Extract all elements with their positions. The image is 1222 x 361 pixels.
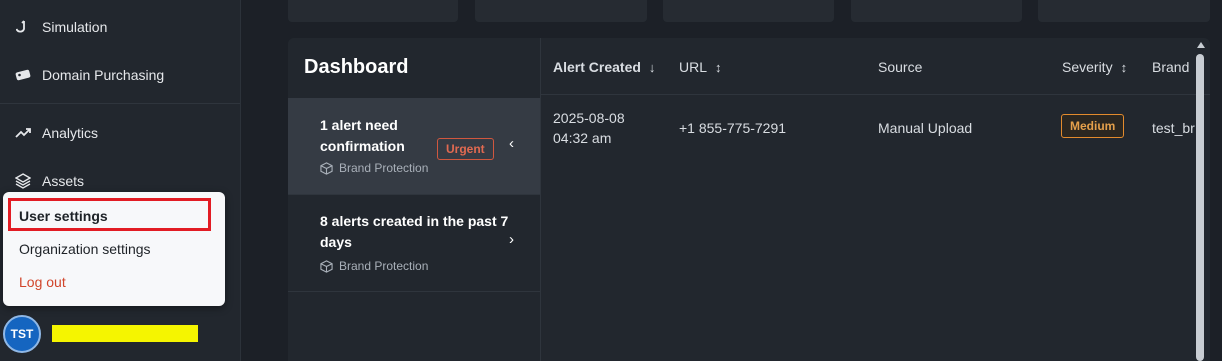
column-header-brand[interactable]: Brand [1152,59,1189,75]
header-label: Severity [1062,59,1113,75]
menu-item-user-settings[interactable]: User settings [19,208,108,224]
source-label: Brand Protection [339,161,429,175]
alerts-table: Alert Created ↓ URL ↕ Source Severity ↕ … [541,38,1210,361]
sidebar-item-analytics[interactable]: Analytics [14,118,98,148]
column-header-url[interactable]: URL ↕ [679,59,722,75]
scroll-up-arrow-icon[interactable] [1197,42,1205,48]
sort-icon[interactable]: ↕ [1121,60,1128,75]
sidebar-item-label: Analytics [42,125,99,141]
stat-card[interactable] [288,0,458,22]
header-label: URL [679,59,708,75]
user-profile[interactable]: TST [0,313,240,357]
cell-brand: test_br [1152,120,1195,136]
stat-card[interactable] [851,0,1022,22]
sidebar-divider [0,103,240,104]
header-label: Alert Created [553,59,641,75]
column-header-severity[interactable]: Severity ↕ [1062,59,1127,75]
urgent-badge: Urgent [437,138,494,160]
tag-icon [14,66,32,84]
vertical-scrollbar[interactable] [1193,40,1207,361]
scroll-thumb[interactable] [1196,54,1204,361]
dashboard-panel: Dashboard 1 alert need confirmation Urge… [288,38,1210,361]
header-label: Brand [1152,59,1190,75]
sidebar-item-label: Assets [42,173,85,189]
layers-icon [14,172,32,190]
sort-icon[interactable]: ↕ [715,60,722,75]
column-header-source[interactable]: Source [878,59,922,75]
dashboard-item-title: 8 alerts created in the past 7 days [320,213,509,250]
user-menu: User settings Organization settings Log … [3,192,225,306]
cell-created-date: 2025-08-08 [553,110,625,126]
severity-badge: Medium [1061,114,1125,138]
source-label: Brand Protection [339,259,429,273]
box-icon [320,259,333,273]
dashboard-item-source: Brand Protection [320,161,428,175]
chevron-right-icon[interactable]: › [509,231,514,248]
redacted-username [52,325,198,342]
cell-url[interactable]: +1 855-775-7291 [679,118,786,138]
stat-card[interactable] [1038,0,1210,22]
dashboard-item-title: 1 alert need confirmation [320,117,405,154]
stat-card[interactable] [475,0,647,22]
column-header-alert-created[interactable]: Alert Created ↓ [553,59,655,75]
menu-item-log-out[interactable]: Log out [19,274,66,290]
trend-icon [14,124,32,142]
sort-down-icon[interactable]: ↓ [649,60,656,75]
header-divider [541,94,1210,95]
dashboard-item-alerts-created[interactable]: 8 alerts created in the past 7 days › Br… [288,195,540,292]
cell-source: Manual Upload [878,120,973,136]
dashboard-item-source: Brand Protection [320,259,428,273]
avatar[interactable]: TST [3,315,41,353]
dashboard-item-confirmation[interactable]: 1 alert need confirmation Urgent ‹ Brand… [288,98,540,195]
cell-created-time: 04:32 am [553,130,612,146]
header-label: Source [878,59,923,75]
sidebar-item-label: Domain Purchasing [42,67,165,83]
sidebar-item-simulation[interactable]: Simulation [14,12,107,42]
chevron-left-icon[interactable]: ‹ [509,135,514,152]
box-icon [320,161,333,175]
sidebar-item-label: Simulation [42,19,108,35]
sidebar-item-domain-purchasing[interactable]: Domain Purchasing [14,60,164,90]
sidebar: Simulation Domain Purchasing Analytics A… [0,0,241,361]
menu-item-organization-settings[interactable]: Organization settings [19,241,151,257]
stat-card[interactable] [663,0,834,22]
hook-icon [14,18,32,36]
dashboard-title: Dashboard [304,56,409,78]
dashboard-list: Dashboard 1 alert need confirmation Urge… [288,38,541,361]
